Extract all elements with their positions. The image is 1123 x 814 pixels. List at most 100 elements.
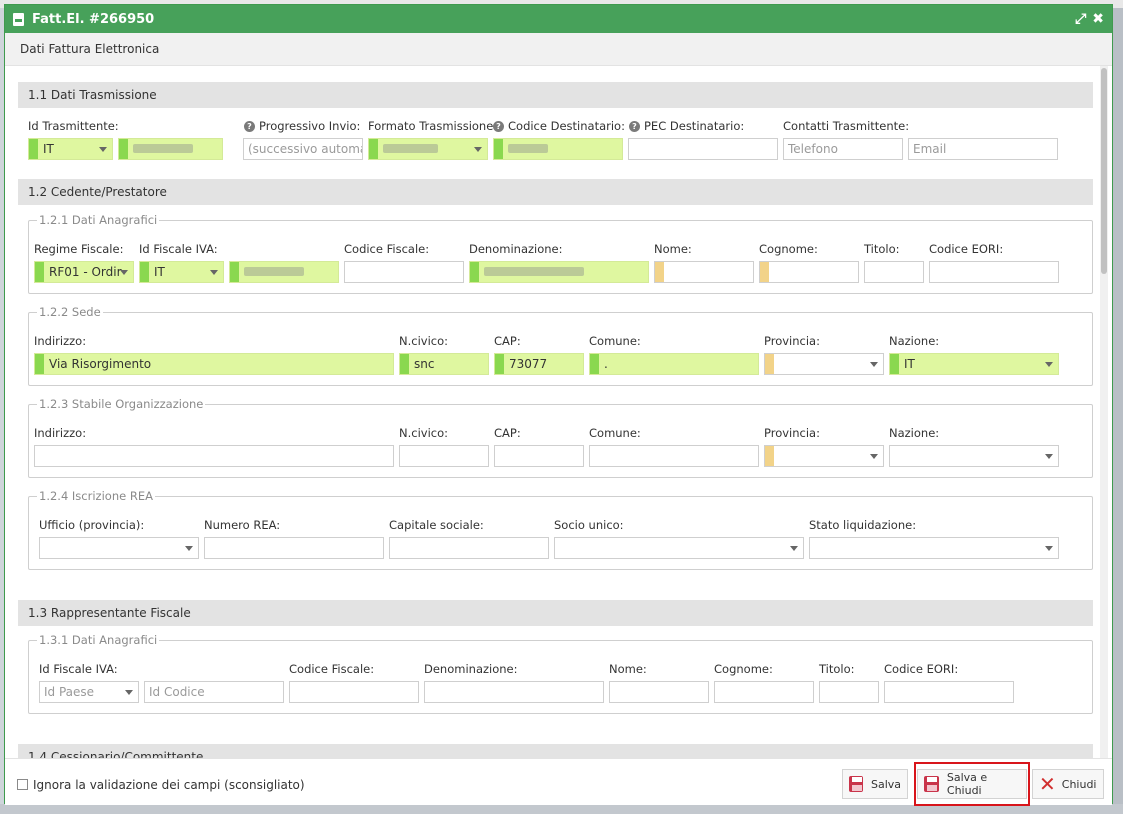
fieldset-sede: 1.2.2 Sede Indirizzo: N.civico: CAP: Com… bbox=[28, 305, 1093, 386]
telefono-field[interactable]: Telefono bbox=[783, 138, 903, 160]
label-comune: Comune: bbox=[589, 334, 641, 348]
rappresentante-nome-field[interactable] bbox=[609, 681, 709, 703]
label-socio-unico: Socio unico: bbox=[554, 518, 624, 532]
label-formato: Formato Trasmissione: bbox=[368, 119, 498, 133]
fieldset-dati-anagrafici: 1.2.1 Dati Anagrafici Regime Fiscale: Id… bbox=[28, 213, 1093, 294]
label-pec: ? PEC Destinatario: bbox=[629, 119, 744, 133]
label-indirizzo: Indirizzo: bbox=[34, 426, 87, 440]
legend-stabile: 1.2.3 Stabile Organizzazione bbox=[37, 397, 206, 411]
rappresentante-eori-field[interactable] bbox=[884, 681, 1014, 703]
nazione-select[interactable]: IT bbox=[889, 353, 1059, 375]
help-icon[interactable]: ? bbox=[493, 121, 504, 132]
label-civico: N.civico: bbox=[399, 426, 449, 440]
ignore-validation-label[interactable]: Ignora la validazione dei campi (sconsig… bbox=[33, 778, 305, 792]
ufficio-select[interactable] bbox=[39, 537, 199, 559]
label-titolo: Titolo: bbox=[864, 242, 900, 256]
provincia-select[interactable] bbox=[764, 353, 884, 375]
label-codice-fiscale: Codice Fiscale: bbox=[289, 662, 375, 676]
numero-rea-field[interactable] bbox=[204, 537, 384, 559]
codice-destinatario-field[interactable] bbox=[493, 138, 623, 160]
stabile-cap-field[interactable] bbox=[494, 445, 584, 467]
label-cognome: Cognome: bbox=[714, 662, 773, 676]
vertical-scrollbar[interactable] bbox=[1100, 66, 1108, 758]
stabile-provincia-select[interactable] bbox=[764, 445, 884, 467]
close-icon[interactable]: ✖ bbox=[1092, 11, 1104, 27]
section-rappresentante-fiscale: 1.3 Rappresentante Fiscale bbox=[18, 600, 1093, 626]
label-denominazione: Denominazione: bbox=[424, 662, 518, 676]
stato-liquidazione-select[interactable] bbox=[809, 537, 1059, 559]
indirizzo-field[interactable]: Via Risorgimento bbox=[34, 353, 394, 375]
save-and-close-button[interactable]: Salva e Chiudi bbox=[917, 769, 1027, 799]
label-cap: CAP: bbox=[494, 426, 521, 440]
save-button[interactable]: Salva bbox=[842, 769, 908, 799]
titolo-field[interactable] bbox=[864, 261, 924, 283]
rappresentante-titolo-field[interactable] bbox=[819, 681, 879, 703]
comune-field[interactable]: . bbox=[589, 353, 759, 375]
legend-sede: 1.2.2 Sede bbox=[37, 305, 103, 319]
id-codice-field[interactable]: Id Codice bbox=[144, 681, 284, 703]
label-nazione: Nazione: bbox=[889, 334, 940, 348]
floppy-disk-icon bbox=[849, 776, 863, 792]
cap-field[interactable]: 73077 bbox=[494, 353, 584, 375]
help-icon[interactable]: ? bbox=[244, 121, 255, 132]
label-contatti: Contatti Trasmittente: bbox=[783, 119, 910, 133]
pec-destinatario-field[interactable] bbox=[628, 138, 778, 160]
label-ufficio: Ufficio (provincia): bbox=[39, 518, 145, 532]
legend-rappresentante-anagrafici: 1.3.1 Dati Anagrafici bbox=[37, 633, 160, 647]
id-trasmittente-country-select[interactable]: IT bbox=[28, 138, 113, 160]
stabile-nazione-select[interactable] bbox=[889, 445, 1059, 467]
cognome-field[interactable] bbox=[759, 261, 859, 283]
denominazione-field[interactable] bbox=[469, 261, 649, 283]
label-id-trasmittente: Id Trasmittente: bbox=[28, 119, 119, 133]
label-progressivo: ? Progressivo Invio: bbox=[244, 119, 360, 133]
scrollbar-thumb[interactable] bbox=[1101, 68, 1107, 274]
socio-unico-select[interactable] bbox=[554, 537, 804, 559]
floppy-disk-icon bbox=[924, 776, 939, 792]
label-regime-fiscale: Regime Fiscale: bbox=[34, 242, 124, 256]
stabile-indirizzo-field[interactable] bbox=[34, 445, 394, 467]
close-x-icon: ✕ bbox=[1039, 772, 1056, 796]
civico-field[interactable]: snc bbox=[399, 353, 489, 375]
rappresentante-denominazione-field[interactable] bbox=[424, 681, 604, 703]
codice-eori-field[interactable] bbox=[929, 261, 1059, 283]
stabile-comune-field[interactable] bbox=[589, 445, 759, 467]
label-indirizzo: Indirizzo: bbox=[34, 334, 87, 348]
label-titolo: Titolo: bbox=[819, 662, 855, 676]
rappresentante-cognome-field[interactable] bbox=[714, 681, 814, 703]
maximize-icon[interactable]: ⤢ bbox=[1075, 11, 1086, 27]
fieldset-stabile-organizzazione: 1.2.3 Stabile Organizzazione Indirizzo: … bbox=[28, 397, 1093, 478]
help-icon[interactable]: ? bbox=[629, 121, 640, 132]
label-nome: Nome: bbox=[654, 242, 692, 256]
label-nome: Nome: bbox=[609, 662, 647, 676]
id-trasmittente-code-field[interactable] bbox=[118, 138, 223, 160]
rappresentante-codice-fiscale-field[interactable] bbox=[289, 681, 419, 703]
label-capitale-sociale: Capitale sociale: bbox=[389, 518, 484, 532]
id-fiscale-iva-country-select[interactable]: IT bbox=[139, 261, 224, 283]
dialog-footer: Ignora la validazione dei campi (sconsig… bbox=[5, 758, 1112, 806]
progressivo-field[interactable]: (successivo automati bbox=[243, 138, 363, 160]
label-provincia: Provincia: bbox=[764, 334, 820, 348]
email-field[interactable]: Email bbox=[908, 138, 1058, 160]
stabile-civico-field[interactable] bbox=[399, 445, 489, 467]
capitale-sociale-field[interactable] bbox=[389, 537, 549, 559]
invoice-dialog: Fatt.El. #266950 ⤢ ✖ Dati Fattura Elettr… bbox=[4, 4, 1113, 806]
label-codice-destinatario: ? Codice Destinatario: bbox=[493, 119, 625, 133]
close-button[interactable]: ✕ Chiudi bbox=[1032, 769, 1104, 799]
section-dati-trasmissione: 1.1 Dati Trasmissione bbox=[18, 82, 1093, 108]
fieldset-rappresentante-anagrafici: 1.3.1 Dati Anagrafici Id Fiscale IVA: Co… bbox=[28, 633, 1093, 714]
codice-fiscale-field[interactable] bbox=[344, 261, 464, 283]
nome-field[interactable] bbox=[654, 261, 754, 283]
label-comune: Comune: bbox=[589, 426, 641, 440]
ignore-validation-checkbox[interactable] bbox=[17, 779, 28, 790]
legend-rea: 1.2.4 Iscrizione REA bbox=[37, 489, 155, 503]
regime-fiscale-select[interactable]: RF01 - Ordir bbox=[34, 261, 134, 283]
label-codice-eori: Codice EORI: bbox=[929, 242, 1004, 256]
formato-trasmissione-select[interactable] bbox=[368, 138, 488, 160]
dialog-titlebar[interactable]: Fatt.El. #266950 ⤢ ✖ bbox=[5, 5, 1112, 33]
id-paese-select[interactable]: Id Paese bbox=[39, 681, 139, 703]
label-codice-eori: Codice EORI: bbox=[884, 662, 959, 676]
dialog-title: Fatt.El. #266950 bbox=[32, 11, 155, 27]
label-numero-rea: Numero REA: bbox=[204, 518, 281, 532]
form-scroll-area[interactable]: 1.1 Dati Trasmissione Id Trasmittente: ?… bbox=[5, 66, 1112, 758]
id-fiscale-iva-code-field[interactable] bbox=[229, 261, 339, 283]
